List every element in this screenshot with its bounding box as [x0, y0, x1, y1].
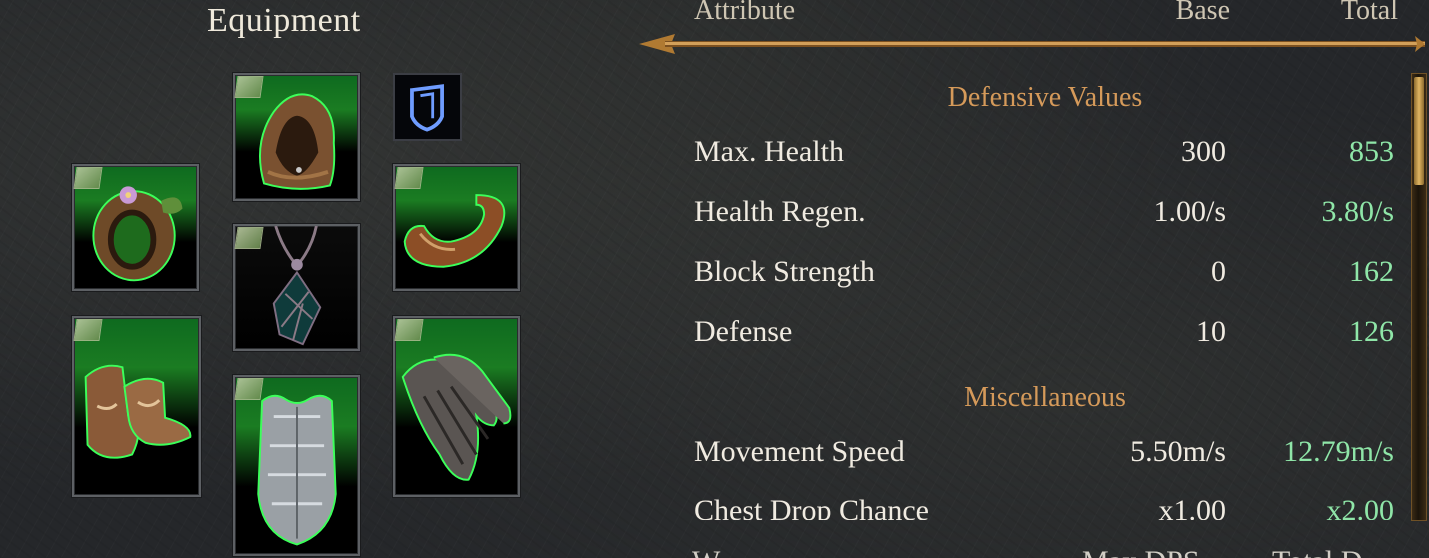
stat-label: W — [692, 545, 720, 558]
stat-base: x1.00 — [1158, 494, 1227, 520]
section-title-misc: Miscellaneous — [964, 382, 1126, 413]
header-divider — [639, 34, 1425, 54]
stat-label: Movement Speed — [694, 435, 905, 468]
stat-row-max-health: Max. Health 300 853 — [694, 135, 1404, 175]
equipment-slot-boots[interactable] — [72, 316, 201, 497]
stat-base: 300 — [1181, 135, 1226, 168]
stat-total: 853 — [1349, 135, 1394, 168]
column-header-attribute: Attribute — [694, 0, 796, 26]
column-header-total: Total — [1340, 0, 1398, 26]
stat-total: Total D — [1272, 545, 1362, 558]
stat-row-block-strength: Block Strength 0 162 — [694, 255, 1404, 295]
stat-total: 3.80/s — [1321, 195, 1394, 228]
stat-base: 1.00/s — [1153, 195, 1226, 228]
equipment-slot-amulet[interactable] — [233, 224, 360, 351]
stat-label: Chest Drop Chance — [694, 494, 929, 520]
stat-label: Health Regen. — [694, 195, 866, 228]
stat-row-health-regen: Health Regen. 1.00/s 3.80/s — [694, 195, 1404, 235]
stat-total: 12.79m/s — [1283, 435, 1394, 468]
column-header-base: Base — [1175, 0, 1230, 26]
stat-base: 5.50m/s — [1130, 435, 1226, 468]
equipment-title: Equipment — [207, 2, 361, 39]
scroll-clip: Chest Drop Chance x1.00 x2.00 — [640, 470, 1429, 520]
stat-base: Max DPS — [1082, 545, 1200, 558]
stat-label: Block Strength — [694, 255, 875, 288]
stat-base: 10 — [1196, 315, 1226, 348]
stat-row-defense: Defense 10 126 — [694, 315, 1404, 355]
equipment-slot-chest[interactable] — [233, 375, 360, 556]
section-title-defensive: Defensive Values — [947, 82, 1143, 113]
stat-row-chest-drop-chance: Chest Drop Chance x1.00 x2.00 — [694, 494, 1404, 520]
stat-total: x2.00 — [1326, 494, 1395, 520]
stat-total: 162 — [1349, 255, 1394, 288]
offhand-slot[interactable] — [393, 73, 462, 141]
boots-icon — [84, 364, 192, 459]
amulet-icon — [272, 226, 322, 346]
stat-label: Defense — [694, 315, 793, 348]
equipment-slot-ring[interactable] — [72, 164, 199, 291]
ring-icon — [92, 186, 183, 282]
equipment-slot-hood[interactable] — [233, 73, 360, 201]
stat-base: 0 — [1211, 255, 1226, 288]
gloves-icon — [401, 353, 512, 481]
scrollbar-thumb[interactable] — [1414, 77, 1424, 185]
stats-scrollbar[interactable] — [1411, 73, 1427, 521]
stat-row-movement-speed: Movement Speed 5.50m/s 12.79m/s — [694, 435, 1404, 475]
stat-total: 126 — [1349, 315, 1394, 348]
hood-icon — [258, 93, 336, 190]
chest-armor-icon — [257, 394, 337, 546]
equipment-slot-gloves[interactable] — [393, 316, 520, 497]
shield-icon — [410, 84, 444, 132]
equipment-slot-bracelet[interactable] — [393, 164, 520, 291]
stat-row-partial: W Max DPS Total D — [692, 545, 1412, 558]
stat-label: Max. Health — [694, 135, 844, 168]
bracelet-icon — [403, 194, 506, 268]
